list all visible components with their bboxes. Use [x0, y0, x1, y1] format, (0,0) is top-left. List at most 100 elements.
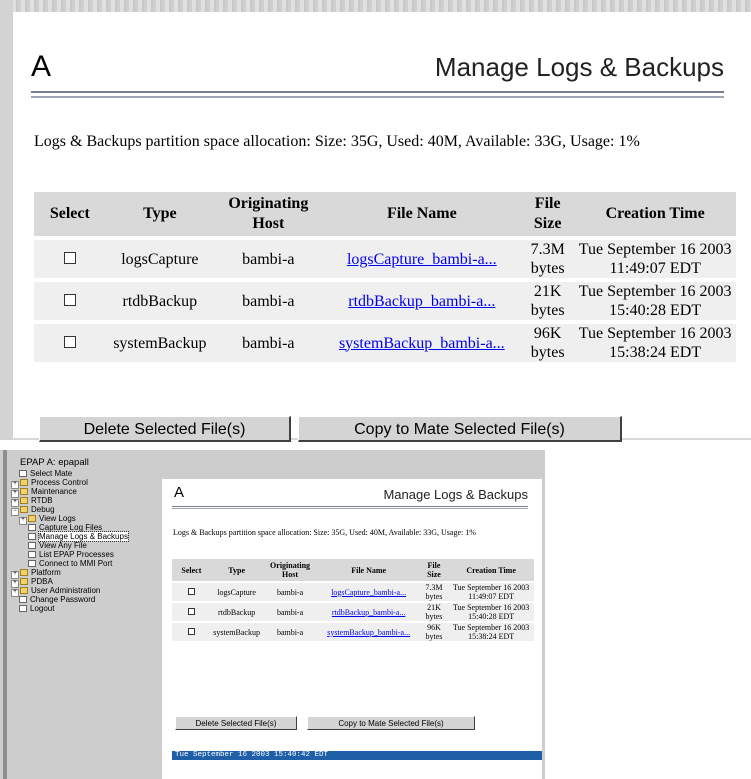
column-header: Creation Time	[448, 559, 534, 581]
nav-item-list-epap-processes[interactable]: List EPAP Processes	[28, 550, 114, 559]
nav-item-label: User Administration	[31, 586, 101, 595]
page-icon	[28, 524, 36, 531]
title-rule	[31, 96, 724, 98]
decorative-edge	[0, 0, 751, 12]
column-header: Originating Host	[262, 559, 318, 581]
filename-cell: logsCapture_bambi-a...	[317, 583, 420, 601]
side-letter: A	[174, 484, 185, 501]
expand-icon[interactable]: +	[19, 517, 27, 525]
file-link[interactable]: rtdbBackup_bambi-a...	[332, 608, 406, 617]
file-link[interactable]: systemBackup_bambi-a...	[339, 335, 505, 352]
host-cell: bambi-a	[214, 240, 323, 278]
column-header: File Name	[317, 559, 420, 581]
table-header-row: Select Type Originating Host File Name F…	[172, 559, 534, 581]
zoomed-view: A Manage Logs & Backups Logs & Backups p…	[0, 0, 751, 442]
page-title: Manage Logs & Backups	[383, 487, 528, 502]
folder-icon	[20, 479, 28, 486]
delete-selected-button[interactable]: Delete Selected File(s)	[175, 716, 297, 730]
select-checkbox[interactable]	[187, 587, 195, 595]
select-checkbox[interactable]	[63, 335, 76, 348]
filename-cell: rtdbBackup_bambi-a...	[322, 282, 522, 320]
title-rule	[172, 506, 528, 507]
host-cell: bambi-a	[262, 603, 318, 621]
nav-item-label: View Any File	[39, 541, 87, 550]
type-cell: logsCapture	[105, 240, 215, 278]
column-header: File Size	[521, 192, 575, 236]
nav-item-connect-mmi-port[interactable]: Connect to MMI Port	[28, 559, 112, 568]
nav-item-label: Debug	[31, 505, 55, 514]
content-card: A Manage Logs & Backups Logs & Backups p…	[13, 12, 751, 438]
table-row: logsCapture bambi-a logsCapture_bambi-a.…	[34, 240, 736, 278]
size-cell: 7.3M bytes	[419, 583, 449, 601]
table-row: systemBackup bambi-a systemBackup_bambi-…	[34, 324, 736, 362]
file-link[interactable]: systemBackup_bambi-a...	[327, 628, 410, 637]
nav-item-label: Maintenance	[31, 487, 77, 496]
table-row: systemBackup bambi-a systemBackup_bambi-…	[172, 623, 534, 641]
nav-item-label: Process Control	[31, 478, 88, 487]
select-checkbox[interactable]	[187, 627, 195, 635]
page-icon	[19, 470, 27, 477]
nav-item-label: Manage Logs & Backups	[38, 531, 129, 542]
collapse-icon[interactable]: −	[11, 508, 19, 516]
host-cell: bambi-a	[214, 282, 323, 320]
time-cell: Tue September 16 2003 15:40:28 EDT	[448, 603, 534, 621]
column-header: Select	[34, 192, 106, 236]
nav-item-manage-logs-backups[interactable]: Manage Logs & Backups	[28, 531, 129, 542]
select-cell	[34, 282, 106, 320]
page-icon	[19, 596, 27, 603]
page-icon	[28, 533, 36, 540]
table-row: rtdbBackup bambi-a rtdbBackup_bambi-a...…	[172, 603, 534, 621]
file-link[interactable]: logsCapture_bambi-a...	[347, 251, 497, 268]
frame-border	[3, 450, 7, 779]
page-icon	[28, 542, 36, 549]
file-link[interactable]: logsCapture_bambi-a...	[331, 588, 406, 597]
copy-to-mate-button[interactable]: Copy to Mate Selected File(s)	[298, 416, 622, 442]
title-rule	[31, 91, 724, 93]
nav-item-label: PDBA	[31, 577, 53, 586]
column-header: Creation Time	[574, 192, 736, 236]
size-cell: 21K bytes	[521, 282, 575, 320]
select-checkbox[interactable]	[63, 251, 76, 264]
column-header: Type	[105, 192, 215, 236]
nav-item-change-password[interactable]: Change Password	[19, 595, 95, 604]
copy-to-mate-button[interactable]: Copy to Mate Selected File(s)	[307, 716, 475, 730]
column-header: File Size	[419, 559, 449, 581]
column-header: Select	[172, 559, 211, 581]
time-cell: Tue September 16 2003 11:49:07 EDT	[574, 240, 736, 278]
filename-cell: systemBackup_bambi-a...	[317, 623, 420, 641]
folder-icon	[20, 497, 28, 504]
filename-cell: rtdbBackup_bambi-a...	[317, 603, 420, 621]
nav-item-label: Change Password	[30, 595, 96, 604]
select-cell	[172, 603, 211, 621]
page-icon	[28, 560, 36, 567]
nav-item-label: Select Mate	[30, 469, 73, 478]
type-cell: rtdbBackup	[210, 603, 263, 621]
nav-tree: EPAP A: epapall Select Mate + Process Con…	[0, 450, 152, 779]
nav-item-view-any-file[interactable]: View Any File	[28, 541, 87, 550]
column-header: File Name	[322, 192, 522, 236]
nav-item-select-mate[interactable]: Select Mate	[19, 469, 72, 478]
time-cell: Tue September 16 2003 15:40:28 EDT	[574, 282, 736, 320]
expand-icon[interactable]: +	[11, 589, 19, 597]
select-cell	[34, 324, 106, 362]
nav-item-label: Connect to MMI Port	[39, 559, 113, 568]
nav-item-label: Logout	[30, 604, 55, 613]
select-checkbox[interactable]	[187, 607, 195, 615]
type-cell: logsCapture	[210, 583, 263, 601]
side-letter: A	[31, 50, 52, 83]
nav-item-label: Capture Log Files	[39, 523, 103, 532]
host-cell: bambi-a	[262, 583, 318, 601]
folder-icon	[28, 515, 36, 522]
folder-open-icon	[20, 506, 28, 513]
host-cell: bambi-a	[214, 324, 323, 362]
partition-info: Logs & Backups partition space allocatio…	[173, 528, 476, 537]
status-bar: Tue September 16 2003 15:40:42 EDT	[172, 751, 542, 760]
nav-item-logout[interactable]: Logout	[19, 604, 54, 613]
delete-selected-button[interactable]: Delete Selected File(s)	[39, 416, 291, 442]
size-cell: 96K bytes	[521, 324, 575, 362]
folder-icon	[20, 587, 28, 594]
file-link[interactable]: rtdbBackup_bambi-a...	[348, 293, 495, 310]
full-screenshot: EPAP A: epapall Select Mate + Process Con…	[0, 450, 545, 779]
nav-item-capture-log-files[interactable]: Capture Log Files	[28, 523, 102, 532]
select-checkbox[interactable]	[63, 293, 76, 306]
